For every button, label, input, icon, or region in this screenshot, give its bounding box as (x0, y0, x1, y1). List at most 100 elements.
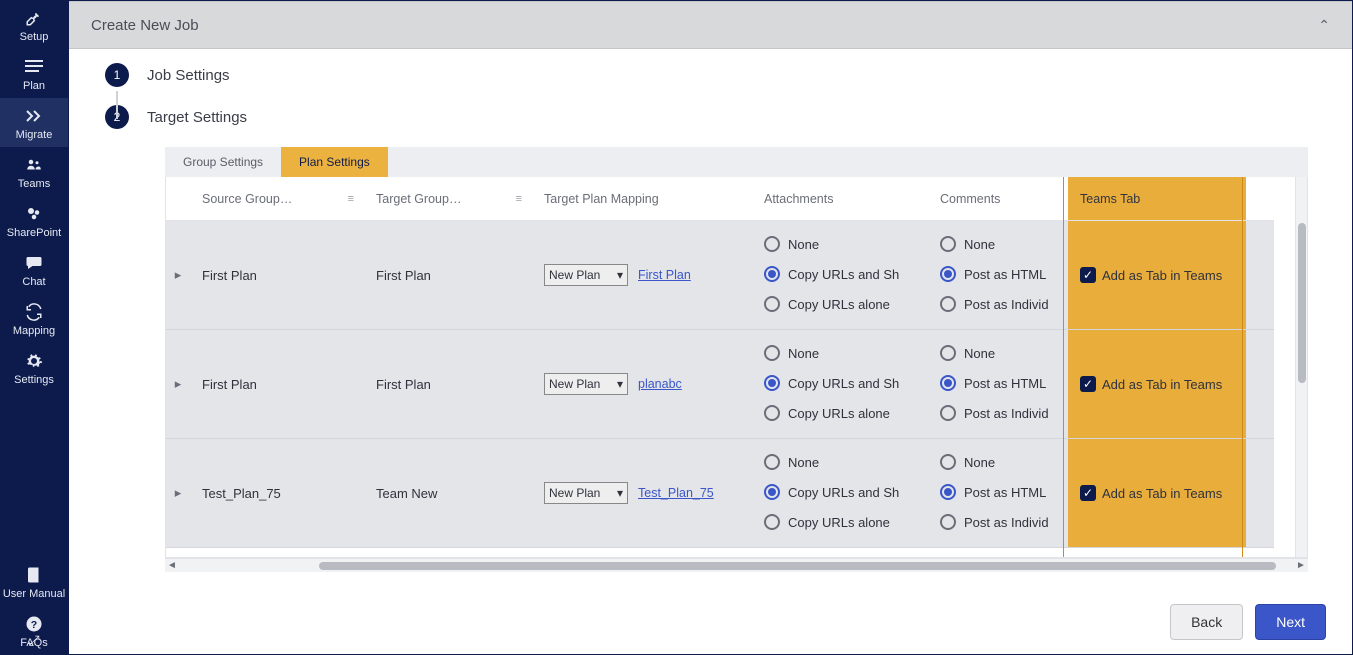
filter-icon[interactable]: ≡ (516, 193, 522, 205)
plan-settings-grid: Source Group…≡ Target Group…≡ Target Pla… (165, 177, 1308, 558)
plan-link[interactable]: Test_Plan_75 (638, 486, 714, 500)
comments-radio[interactable] (940, 375, 956, 391)
expand-row-icon[interactable]: ▸ (166, 439, 190, 547)
step-target-settings[interactable]: 2 Target Settings (105, 105, 1316, 129)
checkbox-label: Add as Tab in Teams (1102, 486, 1222, 501)
radio-label: None (964, 237, 995, 252)
column-teams-tab: Teams Tab (1068, 177, 1246, 220)
sidebar-item-plan[interactable]: Plan (0, 49, 68, 98)
sidebar-item-setup[interactable]: Setup (0, 0, 68, 49)
attachments-radio[interactable] (764, 296, 780, 312)
column-comments: Comments (928, 177, 1068, 220)
table-row: ▸First PlanFirst PlanNew Plan▾planabcNon… (166, 330, 1274, 439)
cell-target-group: Team New (364, 439, 532, 547)
comments-radio[interactable] (940, 514, 956, 530)
attachments-radio[interactable] (764, 454, 780, 470)
radio-label: Copy URLs and Sh (788, 376, 899, 391)
expand-sidebar-icon[interactable]: ⤢ (0, 632, 68, 649)
add-as-tab-checkbox[interactable]: ✓ (1080, 376, 1096, 392)
collapse-panel-icon[interactable]: ⌃ (1318, 17, 1330, 34)
radio-label: Copy URLs alone (788, 515, 890, 530)
cell-target-group: First Plan (364, 330, 532, 438)
cell-comments: NonePost as HTMLPost as Individ (928, 330, 1068, 438)
sidebar-item-mapping[interactable]: Mapping (0, 294, 68, 343)
cell-teams-tab: ✓Add as Tab in Teams (1068, 221, 1246, 329)
sidebar-item-sharepoint[interactable]: SharePoint (0, 196, 68, 245)
add-as-tab-checkbox[interactable]: ✓ (1080, 485, 1096, 501)
sidebar-item-settings[interactable]: Settings (0, 343, 68, 392)
step-number: 1 (105, 63, 129, 87)
radio-label: Copy URLs and Sh (788, 267, 899, 282)
vertical-scrollbar[interactable] (1295, 177, 1307, 557)
help-icon: ? (24, 614, 44, 634)
sidebar-item-user-manual[interactable]: User Manual (0, 557, 68, 606)
plan-mapping-select[interactable]: New Plan▾ (544, 482, 628, 504)
sidebar-label: Chat (22, 276, 45, 288)
sidebar-label: Mapping (13, 325, 55, 337)
sidebar-label: User Manual (3, 588, 65, 600)
comments-radio[interactable] (940, 236, 956, 252)
comments-radio[interactable] (940, 296, 956, 312)
radio-label: Post as HTML (964, 267, 1046, 282)
cell-target-plan-mapping: New Plan▾ Test_Plan_75 (532, 439, 752, 547)
expand-row-icon[interactable]: ▸ (166, 221, 190, 329)
radio-label: None (788, 455, 819, 470)
radio-label: Copy URLs and Sh (788, 485, 899, 500)
sidebar-item-migrate[interactable]: Migrate (0, 98, 68, 147)
attachments-radio[interactable] (764, 514, 780, 530)
cell-teams-tab: ✓ Add as Tab in Teams (1068, 439, 1246, 547)
plan-link[interactable]: First Plan (638, 268, 691, 282)
attachments-radio[interactable] (764, 236, 780, 252)
plan-mapping-select[interactable]: New Plan▾ (544, 264, 628, 286)
step-job-settings[interactable]: 1 Job Settings (105, 63, 1316, 87)
next-button[interactable]: Next (1255, 604, 1326, 640)
attachments-radio[interactable] (764, 484, 780, 500)
sidebar-item-teams[interactable]: Teams (0, 147, 68, 196)
scroll-left-icon[interactable]: ◄ (165, 560, 179, 571)
plan-link[interactable]: planabc (638, 377, 682, 391)
attachments-radio[interactable] (764, 375, 780, 391)
sidebar-label: SharePoint (7, 227, 61, 239)
comments-radio[interactable] (940, 454, 956, 470)
comments-radio[interactable] (940, 484, 956, 500)
cell-attachments: None Copy URLs and Sh Copy URLs alone (752, 330, 928, 438)
comments-radio[interactable] (940, 405, 956, 421)
book-icon (24, 565, 44, 585)
add-as-tab-checkbox[interactable]: ✓ (1080, 267, 1096, 283)
attachments-radio[interactable] (764, 405, 780, 421)
radio-label: None (788, 237, 819, 252)
cell-target-group: First Plan (364, 221, 532, 329)
radio-label: None (788, 346, 819, 361)
table-row: ▸ Test_Plan_75 Team NewNew Plan▾ Test_Plan_… (166, 439, 1274, 548)
cell-attachments: None Copy URLs and Sh Copy URLs alone (752, 439, 928, 547)
cell-comments: NonePost as HTMLPost as Individ (928, 439, 1068, 547)
plan-mapping-select[interactable]: New Plan▾ (544, 373, 628, 395)
cell-target-plan-mapping: New Plan▾ planabc (532, 330, 752, 438)
column-attachments: Attachments (752, 177, 928, 220)
expand-row-icon[interactable]: ▸ (166, 330, 190, 438)
filter-icon[interactable]: ≡ (348, 193, 354, 205)
attachments-radio[interactable] (764, 345, 780, 361)
sidebar-label: Teams (18, 178, 50, 190)
radio-label: Post as Individ (964, 515, 1049, 530)
horizontal-scrollbar[interactable]: ◄ ► (165, 558, 1308, 572)
column-source-group[interactable]: Source Group…≡ (190, 177, 364, 220)
back-button[interactable]: Back (1170, 604, 1243, 640)
sidebar-item-chat[interactable]: Chat (0, 245, 68, 294)
cell-attachments: NoneCopy URLs and ShCopy URLs alone (752, 221, 928, 329)
sidebar-label: Setup (20, 31, 49, 43)
radio-label: Copy URLs alone (788, 406, 890, 421)
table-row: ▸First PlanFirst PlanNew Plan▾First Plan… (166, 221, 1274, 330)
comments-radio[interactable] (940, 345, 956, 361)
scroll-right-icon[interactable]: ► (1294, 560, 1308, 571)
column-target-plan-mapping: Target Plan Mapping (532, 177, 752, 220)
tab-plan-settings[interactable]: Plan Settings (281, 147, 388, 177)
column-target-group[interactable]: Target Group…≡ (364, 177, 532, 220)
panel-title: Create New Job (91, 17, 199, 34)
attachments-radio[interactable] (764, 266, 780, 282)
tab-group-settings[interactable]: Group Settings (165, 147, 281, 177)
comments-radio[interactable] (940, 266, 956, 282)
sharepoint-icon (24, 204, 44, 224)
settings-tabs: Group Settings Plan Settings (165, 147, 1308, 177)
cell-comments: NonePost as HTMLPost as Individ (928, 221, 1068, 329)
